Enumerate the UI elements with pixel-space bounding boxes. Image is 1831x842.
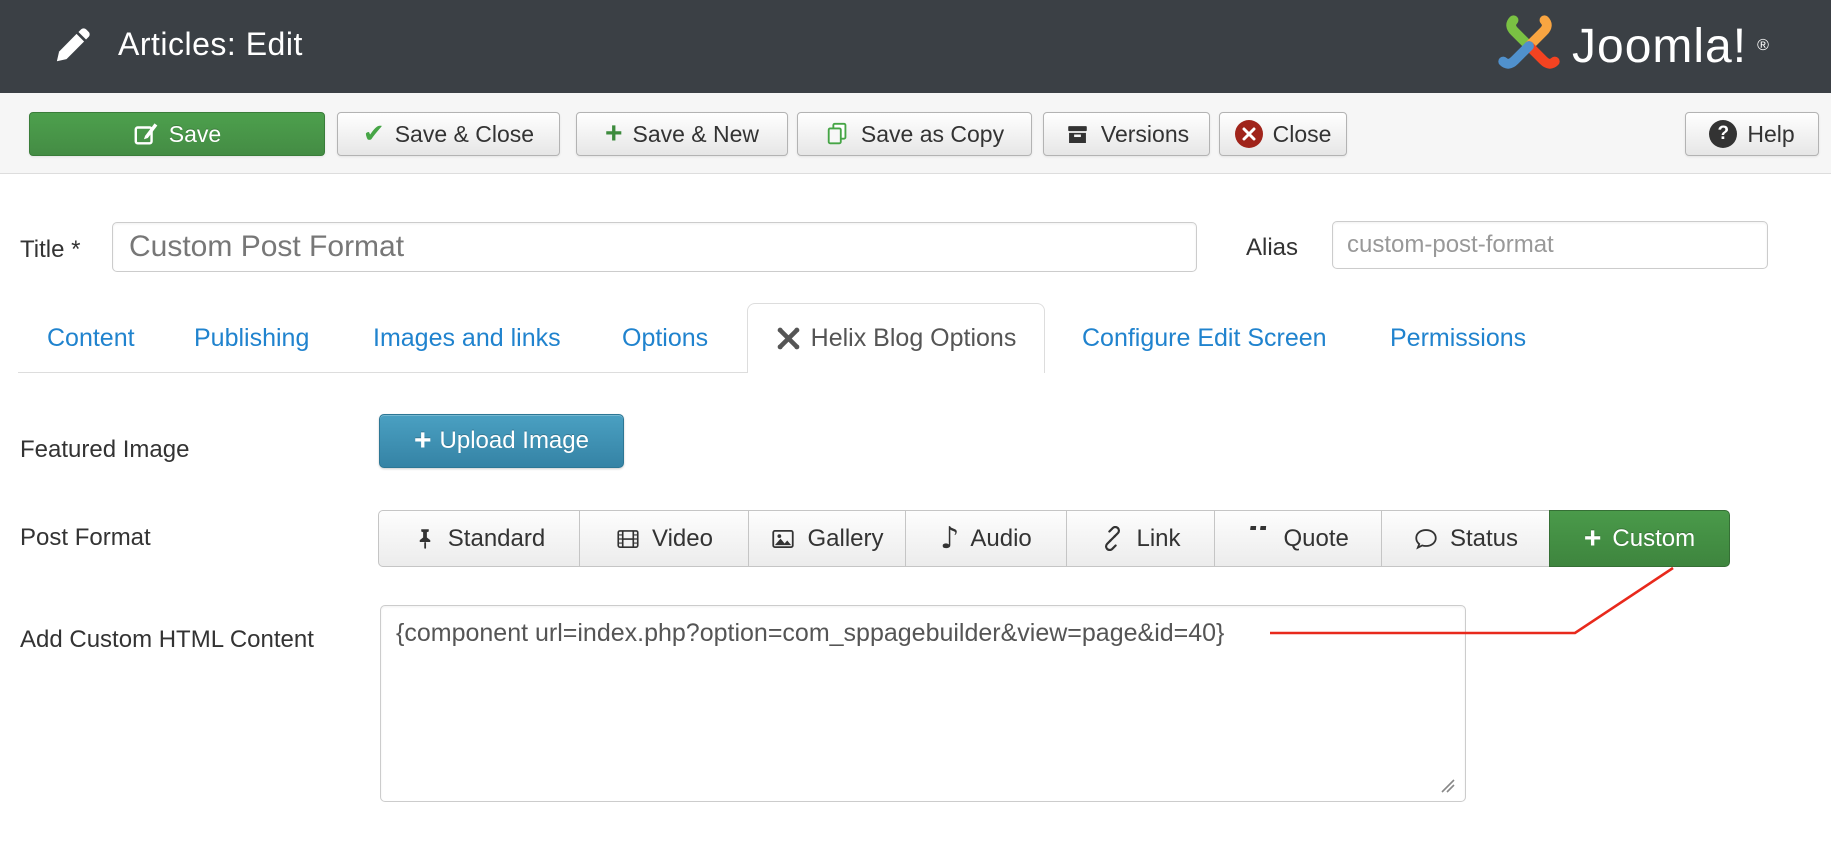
format-gallery-button[interactable]: Gallery <box>748 510 906 567</box>
joomla-emblem-icon <box>1496 13 1562 79</box>
save-as-copy-label: Save as Copy <box>861 121 1004 148</box>
page-title: Articles: Edit <box>118 26 303 63</box>
format-standard-label: Standard <box>448 525 545 553</box>
save-new-label: Save & New <box>632 121 759 148</box>
music-note-icon: ♪ <box>940 526 959 552</box>
save-button-label: Save <box>169 121 221 148</box>
alias-input[interactable] <box>1332 221 1768 269</box>
save-button[interactable]: Save <box>29 112 325 156</box>
post-format-group: Standard Video Gallery <box>378 510 1730 567</box>
copy-icon <box>825 121 851 147</box>
save-close-label: Save & Close <box>395 121 534 148</box>
format-link-button[interactable]: Link <box>1066 510 1215 567</box>
header-bar: Articles: Edit Joomla! ® <box>0 0 1831 93</box>
helix-joomla-icon <box>776 326 801 351</box>
speech-bubble-icon <box>1413 526 1439 552</box>
versions-label: Versions <box>1101 121 1189 148</box>
tab-publishing[interactable]: Publishing <box>194 324 309 353</box>
link-icon <box>1100 526 1125 551</box>
tab-images-and-links[interactable]: Images and links <box>373 324 561 353</box>
thumbtack-icon <box>413 526 437 552</box>
tab-permissions[interactable]: Permissions <box>1390 324 1526 353</box>
format-custom-button[interactable]: + Custom <box>1549 510 1730 567</box>
archive-icon <box>1064 121 1091 148</box>
plus-icon: + <box>414 429 432 453</box>
help-button[interactable]: ? Help <box>1685 112 1819 156</box>
help-icon: ? <box>1709 120 1737 148</box>
help-label: Help <box>1747 121 1794 148</box>
joomla-article-edit-screen: Articles: Edit Joomla! ® Save ✔ <box>0 0 1831 842</box>
check-icon: ✔ <box>363 119 385 149</box>
resize-handle[interactable] <box>1441 779 1455 798</box>
custom-html-textarea[interactable]: {component url=index.php?option=com_sppa… <box>380 605 1466 802</box>
image-icon <box>770 526 796 552</box>
format-audio-button[interactable]: ♪ Audio <box>905 510 1067 567</box>
format-video-button[interactable]: Video <box>579 510 749 567</box>
format-video-label: Video <box>652 525 713 553</box>
quote-icon: “ <box>1247 526 1272 552</box>
registered-mark: ® <box>1757 37 1769 55</box>
tab-options[interactable]: Options <box>622 324 708 353</box>
save-as-copy-button[interactable]: Save as Copy <box>797 112 1032 156</box>
save-new-button[interactable]: + Save & New <box>576 112 788 156</box>
plus-icon: + <box>1584 527 1602 551</box>
format-quote-label: Quote <box>1283 525 1348 553</box>
format-status-label: Status <box>1450 525 1518 553</box>
featured-image-label: Featured Image <box>20 436 189 464</box>
alias-label: Alias <box>1246 234 1298 262</box>
format-status-button[interactable]: Status <box>1381 510 1550 567</box>
tab-content[interactable]: Content <box>47 324 135 353</box>
joomla-logo: Joomla! ® <box>1496 13 1769 79</box>
post-format-label: Post Format <box>20 524 151 552</box>
format-audio-label: Audio <box>970 525 1031 553</box>
title-input[interactable] <box>112 222 1197 272</box>
plus-icon: + <box>605 124 623 144</box>
upload-image-button[interactable]: + Upload Image <box>379 414 624 468</box>
format-quote-button[interactable]: “ Quote <box>1214 510 1382 567</box>
format-custom-label: Custom <box>1612 525 1695 553</box>
tab-configure-edit-screen[interactable]: Configure Edit Screen <box>1082 324 1327 353</box>
versions-button[interactable]: Versions <box>1043 112 1210 156</box>
close-label: Close <box>1273 121 1332 148</box>
tab-bar-border <box>18 372 747 373</box>
custom-html-label: Add Custom HTML Content <box>20 626 314 654</box>
close-button[interactable]: Close <box>1219 112 1347 156</box>
close-icon <box>1235 120 1263 148</box>
film-icon <box>615 526 641 552</box>
upload-image-label: Upload Image <box>440 427 589 455</box>
tab-helix-label: Helix Blog Options <box>811 324 1017 353</box>
pencil-icon <box>50 24 94 68</box>
tab-helix-blog-options[interactable]: Helix Blog Options <box>747 303 1045 373</box>
title-label: Title * <box>20 236 80 264</box>
format-standard-button[interactable]: Standard <box>378 510 580 567</box>
format-gallery-label: Gallery <box>807 525 883 553</box>
joomla-wordmark: Joomla! <box>1572 19 1747 74</box>
format-link-label: Link <box>1136 525 1180 553</box>
save-close-button[interactable]: ✔ Save & Close <box>337 112 560 156</box>
save-edit-icon <box>133 121 159 147</box>
